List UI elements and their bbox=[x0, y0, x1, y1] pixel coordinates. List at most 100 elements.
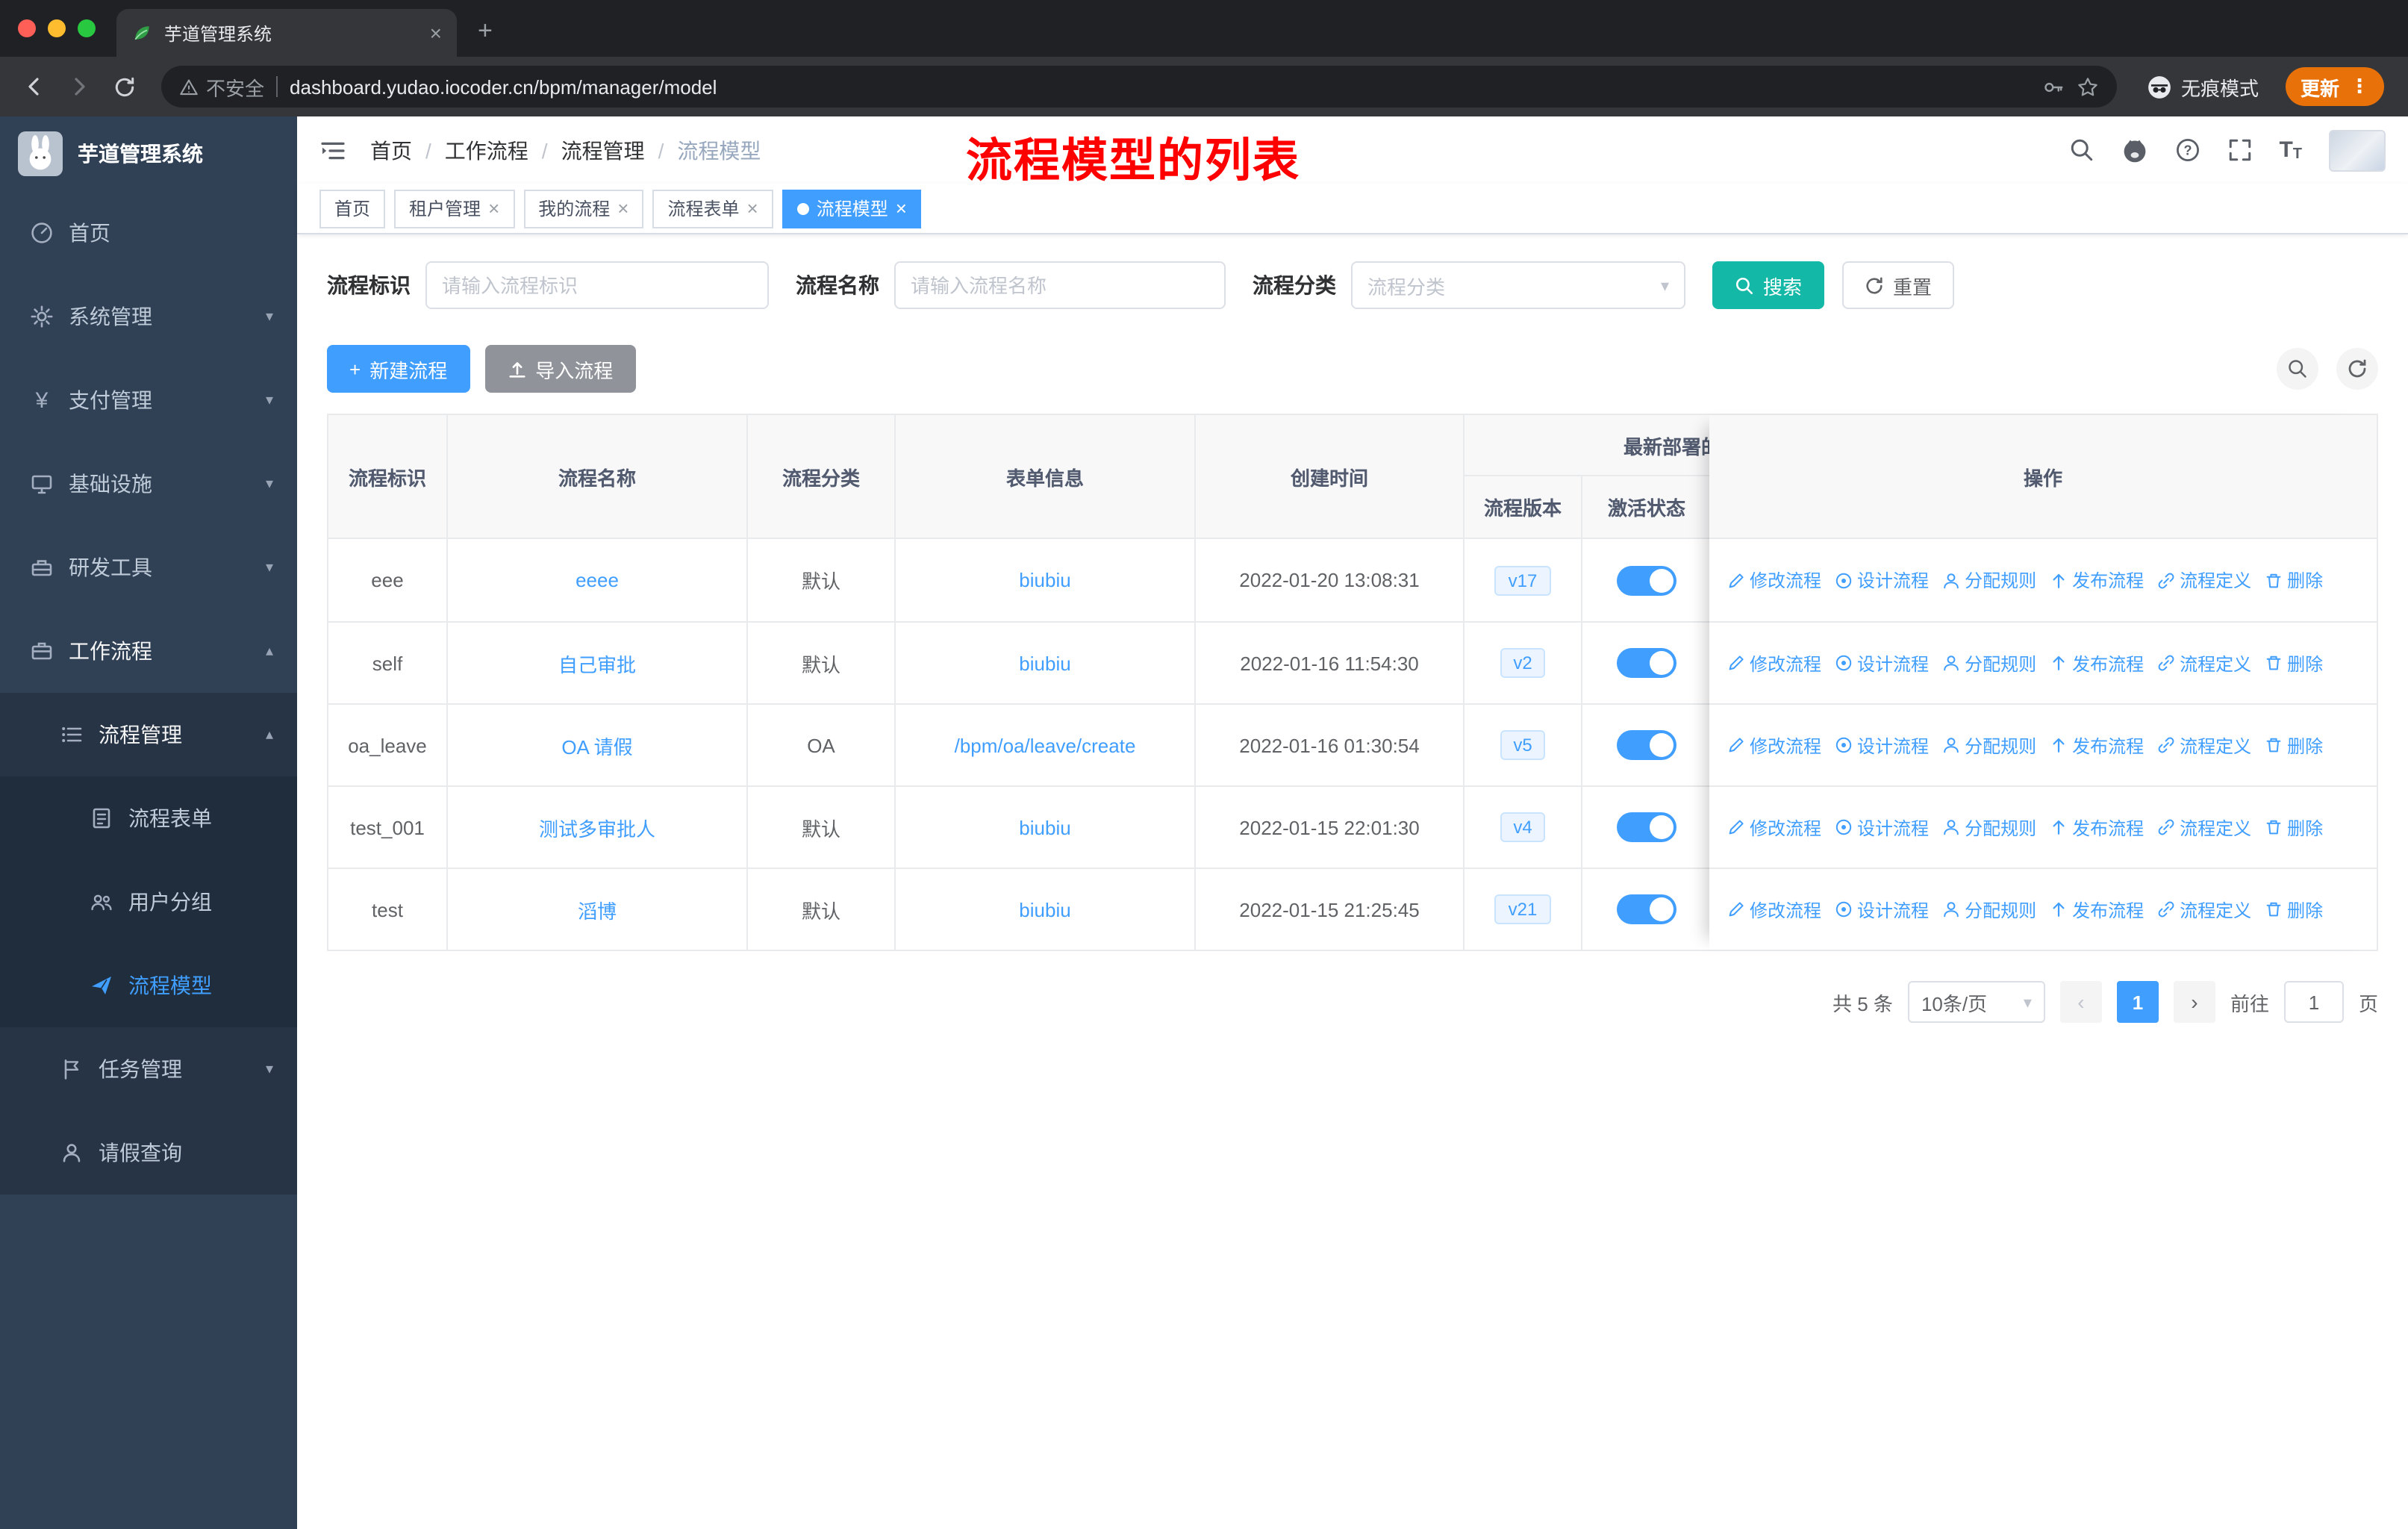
sidebar-item-infra[interactable]: 基础设施 ▾ bbox=[0, 442, 297, 526]
edit-process-link[interactable]: 修改流程 bbox=[1727, 567, 1821, 593]
design-process-link[interactable]: 设计流程 bbox=[1835, 732, 1929, 758]
browser-tab[interactable]: 芋道管理系统 × bbox=[116, 9, 457, 57]
active-toggle[interactable] bbox=[1617, 730, 1676, 760]
close-icon[interactable]: × bbox=[488, 197, 499, 219]
process-id-input[interactable] bbox=[425, 261, 769, 309]
process-definition-link[interactable]: 流程定义 bbox=[2157, 732, 2251, 758]
sidebar-item-leave-query[interactable]: 请假查询 bbox=[0, 1111, 297, 1195]
form-info-link[interactable]: biubiu bbox=[1019, 898, 1070, 921]
user-avatar[interactable] bbox=[2329, 129, 2386, 171]
publish-process-link[interactable]: 发布流程 bbox=[2050, 650, 2144, 676]
process-definition-link[interactable]: 流程定义 bbox=[2157, 897, 2251, 922]
publish-process-link[interactable]: 发布流程 bbox=[2050, 897, 2144, 922]
publish-process-link[interactable]: 发布流程 bbox=[2050, 567, 2144, 593]
tag-process-form[interactable]: 流程表单 × bbox=[652, 189, 773, 228]
design-process-link[interactable]: 设计流程 bbox=[1835, 897, 1929, 922]
delete-link[interactable]: 删除 bbox=[2265, 650, 2323, 676]
delete-link[interactable]: 删除 bbox=[2265, 897, 2323, 922]
refresh-table-button[interactable] bbox=[2336, 348, 2378, 390]
process-name-link[interactable]: OA 请假 bbox=[561, 731, 632, 759]
assign-rule-link[interactable]: 分配规则 bbox=[1942, 567, 2036, 593]
window-zoom-button[interactable] bbox=[78, 19, 96, 37]
process-name-link[interactable]: 滔博 bbox=[578, 895, 617, 924]
security-indicator[interactable]: 不安全 bbox=[179, 72, 264, 101]
tag-tenant-management[interactable]: 租户管理 × bbox=[394, 189, 515, 228]
edit-process-link[interactable]: 修改流程 bbox=[1727, 732, 1821, 758]
process-definition-link[interactable]: 流程定义 bbox=[2157, 815, 2251, 840]
active-toggle[interactable] bbox=[1617, 565, 1676, 595]
process-category-select[interactable]: 流程分类 ▾ bbox=[1351, 261, 1685, 309]
toggle-search-button[interactable] bbox=[2277, 348, 2318, 390]
design-process-link[interactable]: 设计流程 bbox=[1835, 650, 1929, 676]
form-info-link[interactable]: biubiu bbox=[1019, 816, 1070, 838]
header-search-button[interactable] bbox=[2068, 137, 2094, 163]
create-process-button[interactable]: + 新建流程 bbox=[327, 345, 470, 393]
delete-link[interactable]: 删除 bbox=[2265, 815, 2323, 840]
font-size-button[interactable]: TT bbox=[2279, 137, 2302, 163]
delete-link[interactable]: 删除 bbox=[2265, 567, 2323, 593]
close-icon[interactable]: × bbox=[896, 197, 907, 219]
sidebar-item-process-form[interactable]: 流程表单 bbox=[0, 776, 297, 860]
breadcrumb-item[interactable]: 流程管理 bbox=[561, 135, 645, 165]
assign-rule-link[interactable]: 分配规则 bbox=[1942, 650, 2036, 676]
edit-process-link[interactable]: 修改流程 bbox=[1727, 815, 1821, 840]
update-button[interactable]: 更新 ⋮ bbox=[2285, 67, 2384, 106]
process-name-input[interactable] bbox=[894, 261, 1226, 309]
active-toggle[interactable] bbox=[1617, 894, 1676, 924]
process-name-link[interactable]: 测试多审批人 bbox=[539, 813, 655, 841]
import-process-button[interactable]: 导入流程 bbox=[484, 345, 636, 393]
sidebar-item-process-management[interactable]: 流程管理 ▴ bbox=[0, 693, 297, 776]
forward-button[interactable] bbox=[60, 67, 99, 106]
reset-button[interactable]: 重置 bbox=[1842, 261, 1955, 309]
form-info-link[interactable]: /bpm/oa/leave/create bbox=[955, 734, 1136, 756]
bookmark-star-button[interactable] bbox=[2077, 75, 2099, 98]
sidebar-item-workflow[interactable]: 工作流程 ▴ bbox=[0, 609, 297, 693]
form-info-link[interactable]: biubiu bbox=[1019, 652, 1070, 674]
address-bar[interactable]: 不安全 dashboard.yudao.iocoder.cn/bpm/manag… bbox=[161, 66, 2117, 108]
reload-button[interactable] bbox=[105, 67, 143, 106]
design-process-link[interactable]: 设计流程 bbox=[1835, 567, 1929, 593]
password-key-button[interactable] bbox=[2042, 75, 2065, 98]
active-toggle[interactable] bbox=[1617, 812, 1676, 842]
publish-process-link[interactable]: 发布流程 bbox=[2050, 732, 2144, 758]
edit-process-link[interactable]: 修改流程 bbox=[1727, 897, 1821, 922]
window-minimize-button[interactable] bbox=[48, 19, 66, 37]
tag-my-process[interactable]: 我的流程 × bbox=[523, 189, 644, 228]
delete-link[interactable]: 删除 bbox=[2265, 732, 2323, 758]
help-button[interactable]: ? bbox=[2174, 137, 2200, 163]
edit-process-link[interactable]: 修改流程 bbox=[1727, 650, 1821, 676]
assign-rule-link[interactable]: 分配规则 bbox=[1942, 897, 2036, 922]
breadcrumb-item[interactable]: 首页 bbox=[370, 135, 412, 165]
next-page-button[interactable]: › bbox=[2173, 981, 2215, 1023]
process-name-link[interactable]: eeee bbox=[576, 569, 619, 591]
tab-close-icon[interactable]: × bbox=[430, 21, 442, 45]
process-name-link[interactable]: 自己审批 bbox=[558, 649, 636, 677]
process-definition-link[interactable]: 流程定义 bbox=[2157, 567, 2251, 593]
sidebar-item-payment[interactable]: ¥ 支付管理 ▾ bbox=[0, 358, 297, 442]
publish-process-link[interactable]: 发布流程 bbox=[2050, 815, 2144, 840]
search-button[interactable]: 搜索 bbox=[1712, 261, 1825, 309]
sidebar-item-system[interactable]: 系统管理 ▾ bbox=[0, 275, 297, 358]
sidebar-item-devtools[interactable]: 研发工具 ▾ bbox=[0, 526, 297, 609]
tag-home[interactable]: 首页 bbox=[319, 189, 386, 228]
sidebar-item-user-group[interactable]: 用户分组 bbox=[0, 860, 297, 944]
github-button[interactable] bbox=[2121, 137, 2147, 164]
page-size-select[interactable]: 10条/页 ▾ bbox=[1907, 981, 2045, 1023]
page-number-current[interactable]: 1 bbox=[2116, 981, 2159, 1023]
process-definition-link[interactable]: 流程定义 bbox=[2157, 650, 2251, 676]
close-icon[interactable]: × bbox=[747, 197, 758, 219]
sidebar-collapse-button[interactable] bbox=[319, 137, 346, 164]
sidebar-item-home[interactable]: 首页 bbox=[0, 191, 297, 275]
tag-process-model-active[interactable]: 流程模型 × bbox=[782, 189, 922, 228]
fullscreen-button[interactable] bbox=[2227, 137, 2252, 163]
new-tab-button[interactable]: + bbox=[478, 16, 493, 46]
assign-rule-link[interactable]: 分配规则 bbox=[1942, 732, 2036, 758]
design-process-link[interactable]: 设计流程 bbox=[1835, 815, 1929, 840]
back-button[interactable] bbox=[15, 67, 54, 106]
form-info-link[interactable]: biubiu bbox=[1019, 569, 1070, 591]
active-toggle[interactable] bbox=[1617, 648, 1676, 678]
window-close-button[interactable] bbox=[18, 19, 36, 37]
sidebar-item-task-management[interactable]: 任务管理 ▾ bbox=[0, 1027, 297, 1111]
browser-menu-icon[interactable]: ⋮ bbox=[2350, 75, 2369, 99]
sidebar-item-process-model[interactable]: 流程模型 bbox=[0, 944, 297, 1027]
